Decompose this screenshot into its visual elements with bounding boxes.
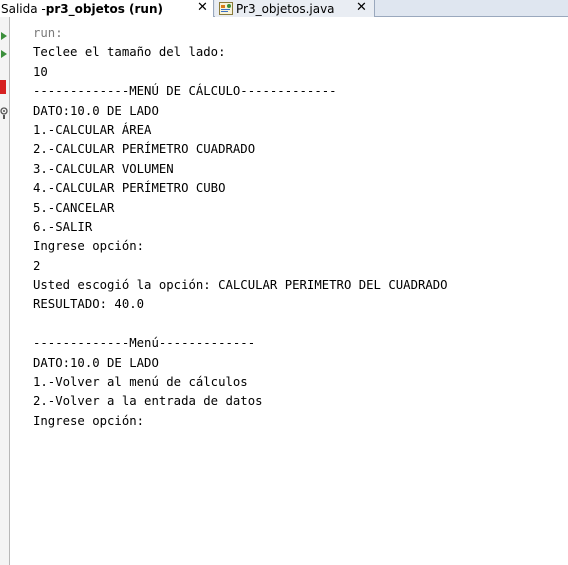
output-line: Ingrese opción: — [33, 239, 145, 254]
console-output: run: Teclee el tamaño del lado: 10 -----… — [33, 24, 560, 431]
output-tab-bar: Salida - pr3_objetos (run) ✕ Pr3_objetos… — [0, 0, 568, 17]
run-again-icon[interactable] — [0, 25, 7, 44]
tab-output-prefix: Salida - — [1, 1, 46, 16]
output-line: 1.-Volver al menú de cálculos — [33, 375, 248, 390]
output-gutter — [0, 17, 10, 565]
tab-java-file[interactable]: Pr3_objetos.java ✕ — [215, 0, 375, 17]
output-settings-icon[interactable] — [0, 105, 8, 124]
output-line: Ingrese opción: — [33, 413, 145, 428]
output-line: 10 — [33, 64, 48, 79]
tab-output-title: pr3_objetos (run) — [45, 1, 163, 16]
output-line: Teclee el tamaño del lado: — [33, 45, 226, 60]
output-line: 3.-CALCULAR VOLUMEN — [33, 161, 174, 176]
output-line: RESULTADO: 40.0 — [33, 297, 145, 312]
stop-icon[interactable] — [0, 79, 6, 98]
output-line: 5.-CANCELAR — [33, 200, 115, 215]
run-again-icon[interactable] — [0, 43, 7, 62]
tab-java-title: Pr3_objetos.java — [236, 1, 335, 16]
output-line: 6.-SALIR — [33, 219, 93, 234]
output-line: -------------Menú------------- — [33, 336, 256, 351]
output-line: 2.-CALCULAR PERÍMETRO CUADRADO — [33, 142, 256, 157]
output-line: Usted escogió la opción: CALCULAR PERIME… — [33, 278, 448, 293]
output-line: -------------MENÚ DE CÁLCULO------------… — [33, 84, 337, 99]
output-line: run: — [33, 26, 63, 40]
output-line: 2 — [33, 258, 41, 273]
tab-output-run[interactable]: Salida - pr3_objetos (run) ✕ — [0, 0, 214, 17]
output-line: DATO:10.0 DE LADO — [33, 103, 159, 118]
output-line: 2.-Volver a la entrada de datos — [33, 394, 263, 409]
close-icon[interactable]: ✕ — [356, 1, 367, 15]
output-line: DATO:10.0 DE LADO — [33, 355, 159, 370]
java-file-icon — [219, 2, 233, 15]
close-icon[interactable]: ✕ — [197, 1, 208, 15]
output-line: 1.-CALCULAR ÁREA — [33, 122, 152, 137]
output-line: 4.-CALCULAR PERÍMETRO CUBO — [33, 181, 226, 196]
